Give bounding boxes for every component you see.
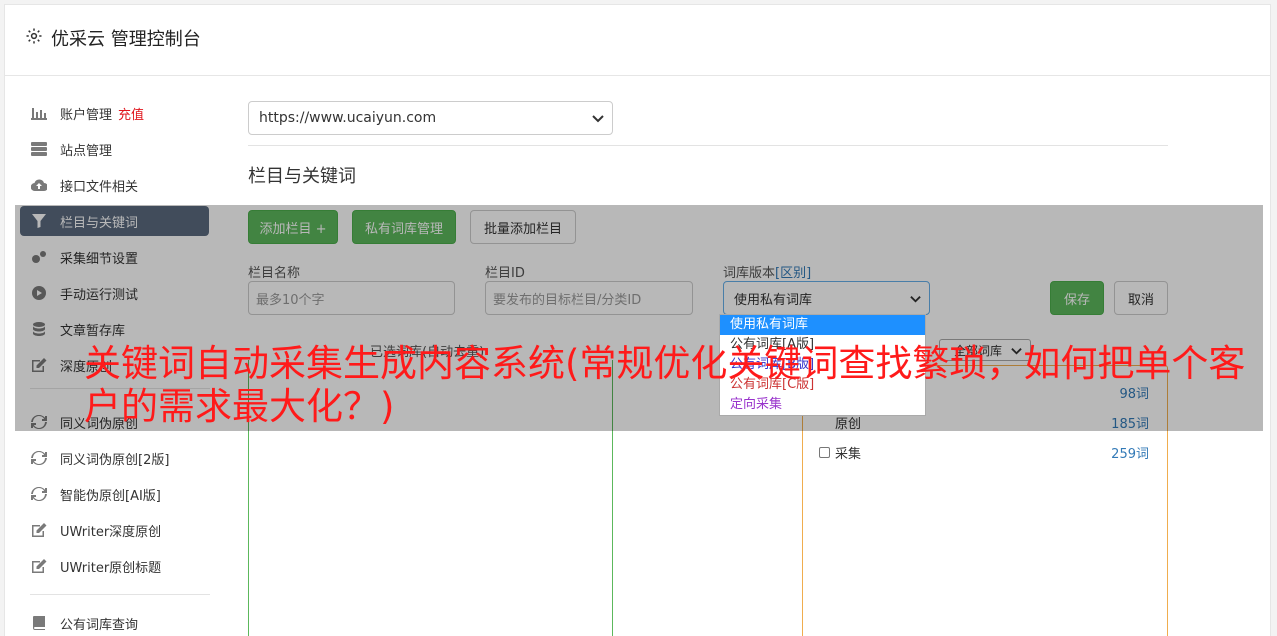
top-bar: 优采云 管理控制台 [5, 5, 1270, 76]
cloud-upload-icon [30, 178, 48, 192]
sidebar-item-label: UWriter深度原创 [60, 524, 162, 540]
sidebar-item-label: 智能伪原创[AI版] [60, 488, 161, 504]
sidebar-item-synonym-v2[interactable]: 同义词伪原创[2版] [20, 443, 209, 473]
brand[interactable]: 优采云 管理控制台 [25, 25, 201, 51]
sidebar-item-label: 账户管理 [60, 107, 113, 123]
library-count: 259词 [1111, 446, 1149, 462]
sidebar-item-sites[interactable]: 站点管理 [20, 134, 209, 164]
app-title: 优采云 管理控制台 [51, 29, 201, 50]
sidebar-item-interface[interactable]: 接口文件相关 [20, 170, 209, 200]
sidebar-item-label: 同义词伪原创[2版] [60, 452, 170, 468]
sidebar-item-ai-original[interactable]: 智能伪原创[AI版] [20, 479, 209, 509]
headline-text: 关键词自动采集生成内容系统(常规优化关键词查找繁琐，如何把单个客户的需求最大化？… [84, 342, 1246, 428]
sidebar-item-account[interactable]: 账户管理 充值 [20, 98, 209, 128]
server-icon [30, 142, 48, 156]
sidebar-item-label: 接口文件相关 [60, 179, 139, 195]
dropdown-option[interactable]: 使用私有词库 [720, 315, 925, 335]
library-checkbox[interactable] [819, 446, 830, 458]
sidebar-item-public-lib[interactable]: 公有词库查询 [20, 608, 209, 636]
library-row[interactable]: 采集 259词 [803, 442, 1167, 462]
refresh-icon [30, 451, 48, 465]
chevron-down-icon [592, 115, 604, 123]
library-name: 采集 [835, 446, 862, 462]
sidebar-item-label: 站点管理 [60, 143, 113, 159]
sidebar-item-label: 公有词库查询 [60, 617, 139, 633]
sidebar-item-uwriter-title[interactable]: UWriter原创标题 [20, 551, 209, 581]
site-select-value: https://www.ucaiyun.com [259, 110, 437, 126]
refresh-icon [30, 487, 48, 501]
sidebar-item-uwriter-original[interactable]: UWriter深度原创 [20, 515, 209, 545]
bar-chart-icon [30, 106, 48, 120]
site-select[interactable]: https://www.ucaiyun.com [248, 101, 613, 135]
gear-icon [25, 27, 43, 50]
section-title: 栏目与关键词 [248, 166, 356, 187]
recharge-link[interactable]: 充值 [118, 104, 144, 123]
divider [248, 145, 1168, 146]
book-icon [30, 616, 48, 630]
sidebar-item-label: UWriter原创标题 [60, 560, 162, 576]
edit-icon [30, 523, 48, 537]
sidebar-divider [30, 594, 210, 595]
edit-icon [30, 559, 48, 573]
